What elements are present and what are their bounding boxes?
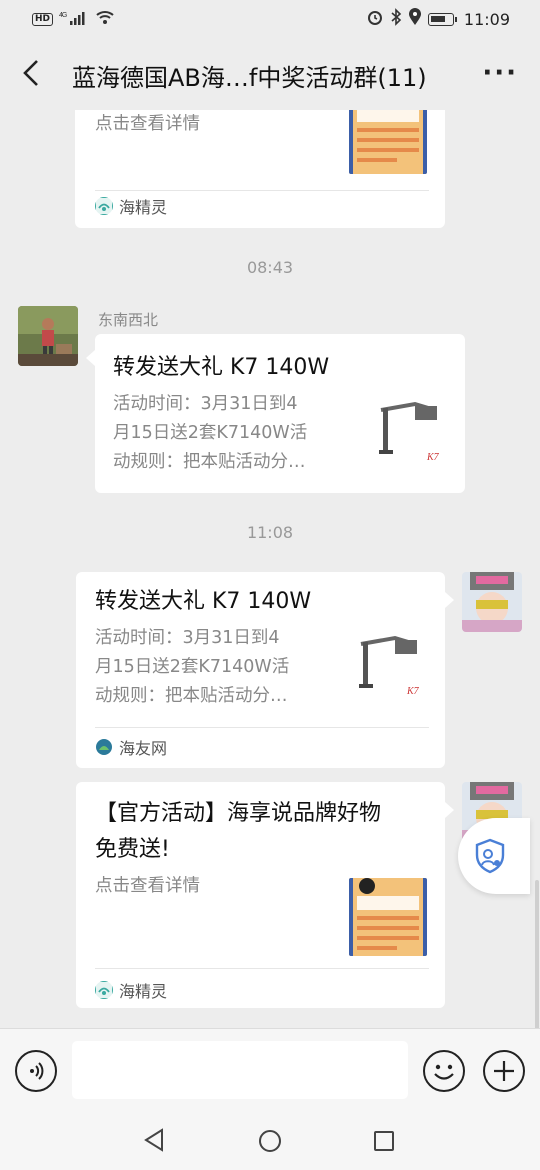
chat-header: 蓝海德国AB海…f中奖活动群(11) ···: [0, 38, 540, 110]
triangle-back-icon: [144, 1128, 163, 1152]
status-time: 11:09: [463, 9, 510, 29]
nav-back-button[interactable]: [143, 1128, 165, 1156]
card-thumbnail: K7: [371, 394, 449, 472]
message-card[interactable]: 【官方活动】海享说品牌好物 免费送! 点击查看详情 海精灵: [76, 782, 445, 1008]
more-functions-button[interactable]: [483, 1050, 525, 1092]
timestamp: 08:43: [246, 258, 294, 277]
card-thumbnail: K7: [351, 628, 429, 706]
card-description: 活动时间：3月31日到4 月15日送2套K7140W活 动规则：把本贴活动分…: [95, 628, 290, 706]
plus-icon: [494, 1061, 514, 1081]
card-description: 活动时间：3月31日到4 月15日送2套K7140W活 动规则：把本贴活动分…: [113, 394, 308, 472]
shield-icon: [475, 838, 505, 874]
hai-jingling-icon: [95, 981, 113, 999]
card-title: 转发送大礼 K7 140W: [113, 355, 330, 380]
hai-you-wang-icon: [96, 739, 112, 755]
card-description: 点击查看详情: [95, 876, 200, 896]
battery-icon: [427, 12, 457, 26]
card-thumbnail: [349, 878, 427, 956]
card-source: 海友网: [95, 735, 167, 759]
message-input[interactable]: [72, 1041, 408, 1099]
svg-text:4G: 4G: [59, 12, 67, 19]
message-card[interactable]: 转发送大礼 K7 140W 活动时间：3月31日到4 月15日送2套K7140W…: [76, 572, 445, 768]
voice-input-button[interactable]: [15, 1050, 57, 1092]
bubble-tail: [445, 592, 454, 608]
back-button[interactable]: [14, 56, 48, 90]
card-title: 【官方活动】海享说品牌好物 免费送!: [95, 801, 382, 862]
card-divider: [95, 727, 429, 728]
avatar[interactable]: [462, 572, 522, 632]
bubble-tail: [445, 802, 454, 818]
bluetooth-icon: [390, 8, 402, 30]
card-source-label: 海精灵: [119, 198, 168, 217]
card-divider: [95, 190, 429, 191]
security-float-button[interactable]: [458, 818, 530, 894]
input-bar: [0, 1028, 540, 1112]
location-icon: [408, 8, 422, 30]
alarm-icon: [366, 8, 384, 30]
system-nav-bar: [0, 1112, 540, 1170]
card-source-label: 海精灵: [119, 982, 168, 1001]
card-title: 转发送大礼 K7 140W: [95, 589, 312, 614]
chevron-left-icon: [23, 60, 38, 86]
wifi-icon: [95, 9, 115, 29]
smiley-icon: [434, 1064, 454, 1080]
card-source: 海精灵: [95, 194, 167, 218]
status-bar: HD 4G 11:09: [0, 0, 540, 38]
bubble-tail: [86, 350, 95, 366]
card-description: 点击查看详情: [95, 114, 200, 134]
emoji-button[interactable]: [423, 1050, 465, 1092]
card-source: 海精灵: [95, 978, 167, 1002]
hai-jingling-icon: [95, 197, 113, 215]
avatar[interactable]: [18, 306, 78, 366]
nav-home-button[interactable]: [259, 1130, 281, 1152]
timestamp: 11:08: [246, 523, 294, 542]
card-thumbnail: [349, 110, 427, 174]
card-source-label: 海友网: [119, 739, 168, 758]
svg-text:K7: K7: [406, 686, 420, 697]
signal-icon: 4G: [59, 10, 89, 29]
card-divider: [95, 968, 429, 969]
message-card[interactable]: 点击查看详情 海精灵: [75, 110, 445, 228]
svg-text:K7: K7: [426, 452, 440, 463]
scrollbar[interactable]: [535, 880, 539, 1030]
chat-title: 蓝海德国AB海…f中奖活动群(11): [72, 64, 427, 92]
chat-area[interactable]: 点击查看详情 海精灵 08:43 东南西北 转发送大礼 K7 140W 活动时间…: [0, 110, 540, 1028]
nav-recent-apps-button[interactable]: [374, 1131, 394, 1151]
more-options-button[interactable]: ···: [482, 58, 518, 88]
sender-name: 东南西北: [98, 311, 159, 329]
voice-icon: [30, 1062, 44, 1080]
message-card[interactable]: 转发送大礼 K7 140W 活动时间：3月31日到4 月15日送2套K7140W…: [95, 334, 465, 493]
hd-badge: HD: [32, 12, 54, 26]
